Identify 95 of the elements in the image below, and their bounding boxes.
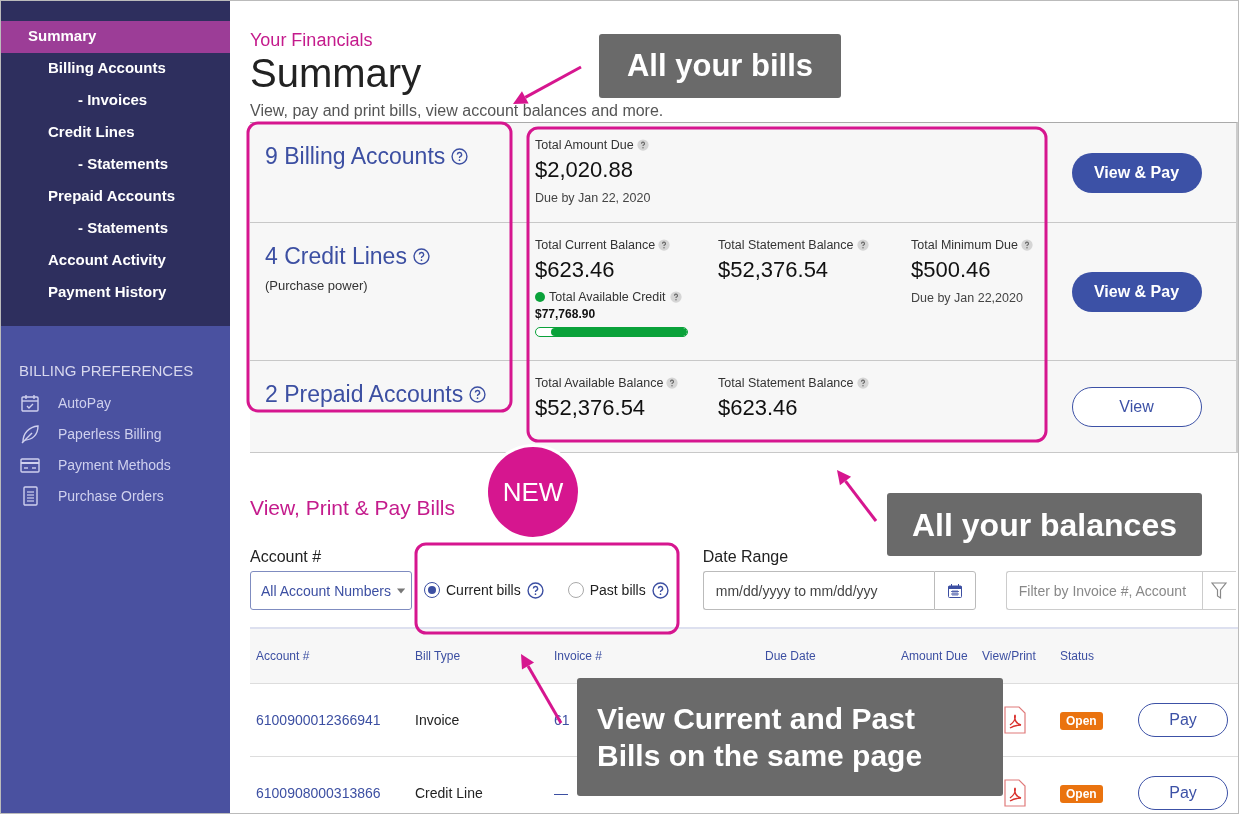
metric-label: Total Amount Due bbox=[535, 138, 634, 152]
column-header[interactable]: Amount Due bbox=[895, 649, 976, 663]
sidebar-item[interactable]: - Statements bbox=[1, 213, 230, 245]
radio-label[interactable]: Past bills bbox=[589, 582, 646, 598]
section-title: View, Print & Pay Bills bbox=[250, 496, 456, 520]
section-heading: BILLING PREFERENCES bbox=[19, 362, 194, 379]
metric-label: Total Statement Balance bbox=[718, 376, 854, 390]
page-eyebrow: Your Financials bbox=[250, 30, 373, 51]
help-icon bbox=[469, 386, 487, 403]
view-pay-button[interactable]: View & Pay bbox=[1071, 152, 1202, 193]
column-header[interactable]: Status bbox=[1054, 649, 1139, 663]
help-icon bbox=[658, 239, 671, 251]
column-header[interactable]: Due Date bbox=[759, 649, 895, 663]
metric-label: Total Available Credit bbox=[549, 290, 666, 304]
metric-value: $52,376.54 bbox=[718, 257, 829, 283]
help-icon bbox=[412, 248, 430, 265]
document-icon bbox=[20, 485, 40, 506]
help-icon bbox=[1021, 239, 1033, 251]
sidebar-item[interactable]: Summary bbox=[1, 21, 230, 53]
filter-button[interactable] bbox=[1201, 571, 1236, 610]
field-label: Date Range bbox=[702, 548, 789, 566]
view-pay-button[interactable]: View & Pay bbox=[1071, 271, 1202, 312]
caret-icon bbox=[396, 587, 405, 594]
radio-button[interactable] bbox=[424, 582, 440, 598]
pdf-icon bbox=[1004, 779, 1026, 807]
metric-value: $52,376.54 bbox=[535, 395, 646, 421]
date-range-field[interactable]: mm/dd/yyyy to mm/dd/yyy bbox=[702, 571, 934, 610]
help-icon bbox=[526, 581, 544, 599]
metric-value: $500.46 bbox=[911, 257, 991, 283]
due-date-text: Due by Jan 22,2020 bbox=[911, 291, 1023, 305]
new-badge: NEW bbox=[488, 447, 578, 537]
calendar-icon bbox=[20, 392, 40, 413]
view-button[interactable]: View bbox=[1071, 386, 1202, 427]
arrow bbox=[513, 65, 582, 104]
leaf-icon bbox=[20, 423, 40, 444]
callout-label: All your balances bbox=[887, 493, 1202, 556]
filter-icon bbox=[1211, 581, 1228, 600]
column-header[interactable]: View/Print bbox=[976, 649, 1054, 663]
help-icon bbox=[651, 581, 669, 599]
table-cell: Credit Line bbox=[415, 785, 483, 801]
column-header[interactable]: Bill Type bbox=[409, 649, 548, 663]
sidebar-item[interactable]: - Statements bbox=[1, 149, 230, 181]
metric-value: $77,768.90 bbox=[535, 307, 596, 321]
pay-button[interactable]: Pay bbox=[1138, 776, 1228, 810]
pdf-icon bbox=[1004, 706, 1026, 734]
pay-button[interactable]: Pay bbox=[1138, 703, 1228, 737]
sidebar-item[interactable]: Credit Lines bbox=[1, 117, 230, 149]
arrow bbox=[837, 470, 878, 522]
invoice-link[interactable]: — bbox=[554, 785, 568, 801]
account-link[interactable]: 6100900012366941 bbox=[256, 712, 381, 728]
page-subtitle: View, pay and print bills, view account balances and more. bbox=[250, 102, 664, 120]
help-icon bbox=[666, 377, 679, 389]
metric-label: Total Available Balance bbox=[535, 376, 664, 390]
filter-field[interactable]: Filter by Invoice #, Account bbox=[1005, 571, 1202, 610]
metric-label: Total Statement Balance bbox=[718, 238, 854, 252]
radio-button[interactable] bbox=[567, 582, 584, 598]
metric-value: $2,020.88 bbox=[535, 157, 633, 183]
radio-label[interactable]: Current bills bbox=[446, 582, 521, 598]
due-date-text: Due by Jan 22, 2020 bbox=[535, 191, 651, 205]
help-icon bbox=[636, 139, 649, 151]
sidebar-item[interactable]: - Invoices bbox=[1, 85, 230, 117]
calendar-icon bbox=[947, 583, 962, 598]
calendar-button[interactable] bbox=[933, 571, 976, 610]
account-dropdown[interactable]: All Account Numbers bbox=[250, 571, 412, 610]
preference-link[interactable]: Paperless Billing bbox=[58, 425, 162, 442]
account-group-note: (Purchase power) bbox=[265, 278, 368, 293]
preference-link[interactable]: AutoPay bbox=[58, 394, 111, 411]
status-badge: Open bbox=[1060, 711, 1103, 730]
preference-link[interactable]: Payment Methods bbox=[58, 456, 171, 473]
page-title: Summary bbox=[250, 51, 422, 95]
callout-label: View Current and Past Bills on the same page bbox=[577, 678, 1003, 796]
help-icon bbox=[856, 239, 869, 251]
account-link[interactable]: 6100908000313866 bbox=[256, 785, 381, 801]
help-icon bbox=[451, 148, 469, 165]
metric-value: $623.46 bbox=[535, 257, 615, 283]
table-cell: Invoice bbox=[415, 712, 460, 728]
column-header[interactable]: Invoice # bbox=[548, 649, 759, 663]
callout-label: All your bills bbox=[599, 34, 841, 98]
help-icon bbox=[669, 291, 682, 303]
field-label: Account # bbox=[250, 548, 322, 566]
account-group-title[interactable]: 4 Credit Lines bbox=[265, 243, 407, 270]
status-badge: Open bbox=[1060, 784, 1103, 803]
column-header[interactable]: Account # bbox=[250, 649, 409, 663]
account-group-title[interactable]: 2 Prepaid Accounts bbox=[265, 381, 464, 408]
metric-value: $623.46 bbox=[718, 395, 798, 421]
sidebar-item[interactable]: Billing Accounts bbox=[1, 53, 230, 85]
help-icon bbox=[856, 377, 869, 389]
status-dot bbox=[535, 292, 545, 302]
account-group-title[interactable]: 9 Billing Accounts bbox=[265, 143, 446, 170]
metric-label: Total Minimum Due bbox=[911, 238, 1018, 252]
sidebar-item[interactable]: Account Activity bbox=[1, 245, 230, 277]
metric-label: Total Current Balance bbox=[535, 238, 656, 252]
sidebar-item[interactable]: Prepaid Accounts bbox=[1, 181, 230, 213]
sidebar-item[interactable]: Payment History bbox=[1, 277, 230, 309]
preference-link[interactable]: Purchase Orders bbox=[58, 487, 164, 504]
